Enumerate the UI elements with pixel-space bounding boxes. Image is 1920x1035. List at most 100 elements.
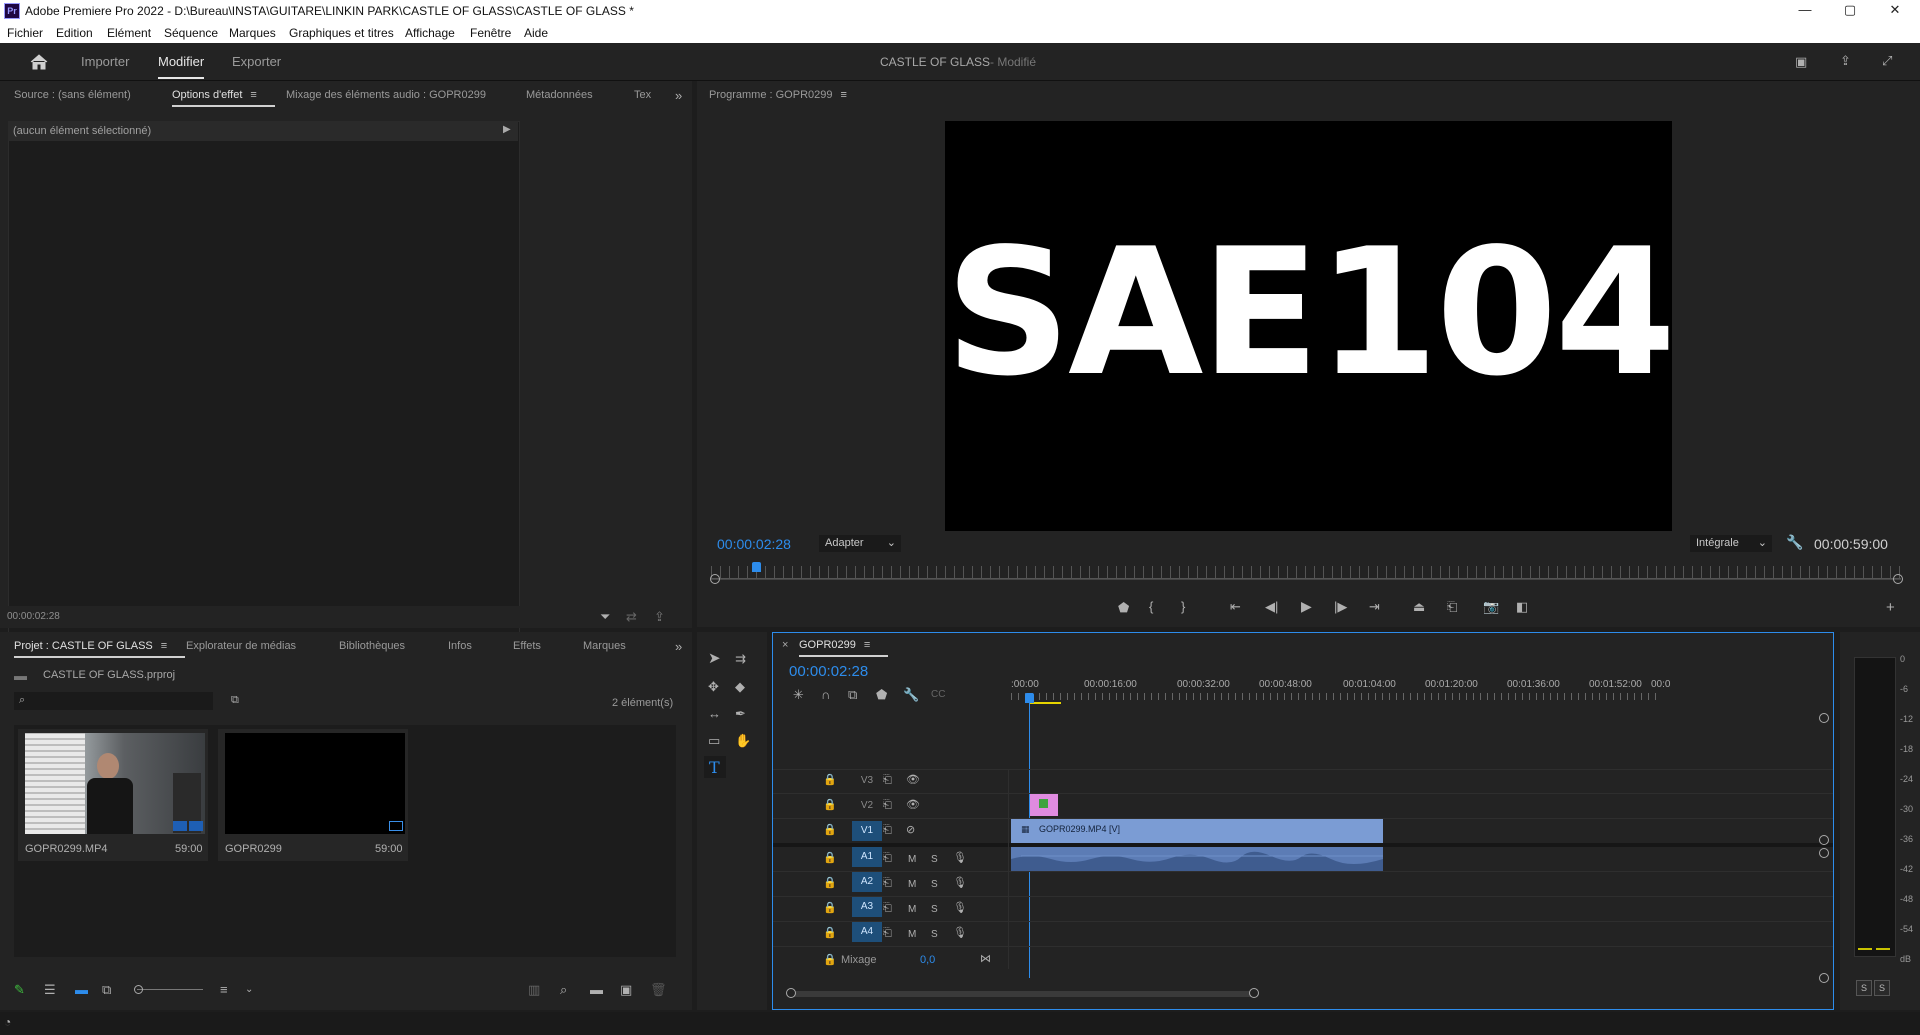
filter-icon[interactable]: ⏷ — [600, 610, 610, 623]
share-icon[interactable]: ⇪ — [1840, 54, 1851, 67]
mute-button[interactable]: M — [908, 853, 916, 866]
add-marker-icon[interactable]: ⬟ — [876, 688, 887, 701]
nest-icon[interactable]: ✳ — [793, 688, 804, 701]
camera-icon[interactable]: 📷 — [1483, 600, 1499, 613]
close-sequence-icon[interactable]: × — [782, 639, 788, 651]
add-button-icon[interactable]: + — [1886, 600, 1895, 615]
microphone-icon[interactable]: 🎙 — [953, 877, 967, 890]
project-search-input[interactable]: ⌕ — [14, 692, 213, 710]
hand-tool-icon[interactable]: ✋ — [735, 734, 751, 747]
jump-icon[interactable]: ⋈ — [980, 953, 991, 966]
menu-marques[interactable]: Marques — [229, 26, 276, 40]
sync-icon[interactable]: ⎗ — [883, 927, 892, 940]
program-scrub-ruler[interactable] — [711, 566, 1901, 579]
lock-icon[interactable]: 🔒 — [823, 852, 837, 865]
audio-clip-a1[interactable] — [1011, 847, 1383, 871]
razor-tool-icon[interactable]: ◆ — [735, 680, 745, 693]
vscroll-audio-bottom[interactable] — [1819, 973, 1829, 983]
solo-button[interactable]: S — [931, 903, 938, 916]
play-icon[interactable]: ▶ — [1301, 599, 1312, 613]
zoom-handle-right[interactable] — [1893, 574, 1903, 584]
program-timecode[interactable]: 00:00:02:28 — [717, 536, 791, 552]
mark-out-icon[interactable]: } — [1181, 600, 1185, 613]
eye-icon[interactable]: 👁 — [906, 774, 920, 787]
snap-icon[interactable]: ∩ — [821, 688, 830, 701]
freeform-view-icon[interactable]: ⧉ — [102, 983, 111, 996]
tab-markers[interactable]: Marques — [583, 640, 626, 652]
menu-edition[interactable]: Edition — [56, 26, 93, 40]
background-tasks-icon[interactable]: ◔ — [4, 1016, 11, 1029]
lift-icon[interactable]: ⏏ — [1413, 600, 1425, 613]
tab-metadata[interactable]: Métadonnées — [526, 89, 593, 101]
tab-effect-options[interactable]: Options d'effet ≡ — [172, 89, 275, 107]
tab-importer[interactable]: Importer — [81, 54, 129, 69]
menu-graphiques[interactable]: Graphiques et titres — [289, 26, 394, 40]
tab-exporter[interactable]: Exporter — [232, 54, 281, 69]
track-label-a4[interactable]: A4 — [852, 922, 882, 942]
pen-tool-icon[interactable]: ✒ — [735, 707, 746, 720]
zoom-handle-left[interactable] — [710, 574, 720, 584]
sync-icon[interactable]: ⎗ — [883, 774, 892, 787]
tab-libraries[interactable]: Bibliothèques — [339, 640, 405, 652]
minimize-button[interactable]: — — [1790, 2, 1820, 17]
video-preview[interactable]: SAE104 — [945, 121, 1672, 531]
panel-menu-icon[interactable]: ≡ — [161, 640, 167, 652]
captions-icon[interactable]: CC — [931, 688, 945, 701]
vscroll-video-bottom[interactable] — [1819, 835, 1829, 845]
automate-icon[interactable]: ▥ — [528, 983, 540, 996]
sort-icon[interactable]: ≡ — [220, 983, 228, 996]
sync-icon[interactable]: ⎗ — [883, 877, 892, 890]
home-icon[interactable] — [30, 54, 48, 70]
sync-icon[interactable]: ⎗ — [883, 799, 892, 812]
panel-menu-icon[interactable]: ≡ — [864, 639, 870, 651]
chevron-down-icon[interactable]: ⌄ — [245, 983, 253, 996]
trash-icon[interactable]: 🗑 — [650, 983, 667, 996]
step-back-icon[interactable]: ◀| — [1265, 600, 1278, 613]
microphone-icon[interactable]: 🎙 — [953, 927, 967, 940]
menu-element[interactable]: Elément — [107, 26, 151, 40]
wrench-icon[interactable]: 🔧 — [1786, 535, 1803, 549]
export-icon[interactable]: ⇪ — [654, 610, 665, 623]
solo-right-button[interactable]: S — [1874, 980, 1890, 996]
type-tool-icon[interactable]: T — [704, 756, 726, 778]
track-label-v3[interactable]: V3 — [852, 771, 882, 791]
icon-view-icon[interactable]: ▬ — [75, 983, 88, 996]
timeline-settings-icon[interactable]: 🔧 — [903, 688, 919, 701]
step-forward-icon[interactable]: |▶ — [1334, 600, 1347, 613]
transfer-icon[interactable]: ⇄ — [626, 610, 637, 623]
solo-button[interactable]: S — [931, 853, 938, 866]
track-label-v1[interactable]: V1 — [852, 821, 882, 841]
tab-audio-mix[interactable]: Mixage des éléments audio : GOPR0299 — [286, 89, 486, 101]
zoom-slider-handle[interactable] — [134, 985, 143, 994]
lock-icon[interactable]: 🔒 — [823, 774, 837, 787]
menu-aide[interactable]: Aide — [524, 26, 548, 40]
tab-effects[interactable]: Effets — [513, 640, 541, 652]
track-label-a2[interactable]: A2 — [852, 872, 882, 892]
quality-select[interactable]: Intégrale ⌄ — [1690, 535, 1772, 552]
menu-affichage[interactable]: Affichage — [405, 26, 455, 40]
ripple-edit-tool-icon[interactable]: ✥ — [708, 680, 719, 693]
lock-icon[interactable]: 🔒 — [823, 927, 837, 940]
timeline-hscroll[interactable] — [789, 991, 1255, 997]
eye-icon[interactable]: 👁 — [906, 799, 920, 812]
tab-modifier[interactable]: Modifier — [158, 54, 205, 79]
track-label-a1[interactable]: A1 — [852, 847, 882, 867]
time-ruler[interactable]: :00:00 00:00:16:00 00:00:32:00 00:00:48:00 0… — [1011, 677, 1670, 703]
sync-icon[interactable]: ⎗ — [883, 852, 892, 865]
sync-icon[interactable]: ⎗ — [883, 824, 892, 837]
eye-hidden-icon[interactable]: ⊘ — [906, 824, 915, 837]
playhead-marker[interactable] — [752, 562, 761, 572]
linked-selection-icon[interactable]: ⧉ — [848, 688, 857, 701]
selection-tool-icon[interactable]: ➤ — [708, 651, 721, 666]
timeline-timecode[interactable]: 00:00:02:28 — [789, 663, 868, 680]
go-to-in-icon[interactable]: ⇤ — [1230, 600, 1241, 613]
list-view-icon[interactable]: ☰ — [44, 983, 56, 996]
track-select-tool-icon[interactable]: ⇉ — [735, 652, 746, 665]
lock-icon[interactable]: 🔒 — [823, 877, 837, 890]
project-item-sequence[interactable]: GOPR0299 59:00 — [218, 729, 408, 861]
compare-icon[interactable]: ◧ — [1516, 600, 1528, 613]
hscroll-handle-left[interactable] — [786, 988, 796, 998]
solo-button[interactable]: S — [931, 878, 938, 891]
hscroll-handle-right[interactable] — [1249, 988, 1259, 998]
expand-arrow-icon[interactable]: ▶ — [503, 124, 511, 135]
